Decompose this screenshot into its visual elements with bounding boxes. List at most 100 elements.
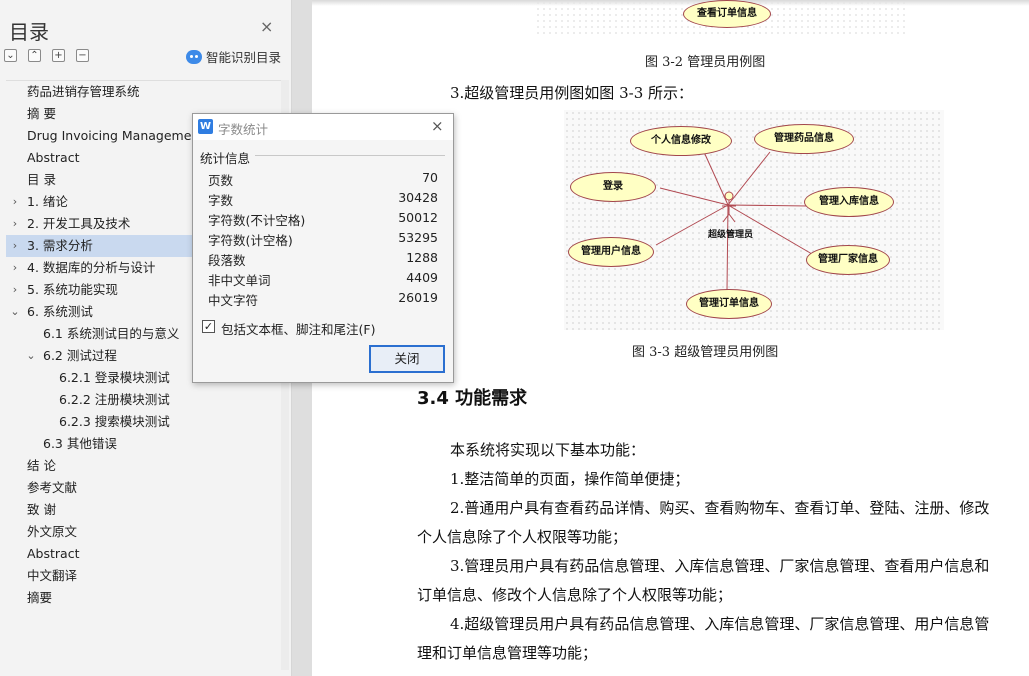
stat-label: 段落数 — [208, 253, 246, 268]
chevron-right-icon[interactable]: › — [9, 213, 21, 235]
word-count-dialog: W 字数统计 × 统计信息 页数 70 字数 30428 字符数(不计空格) 5… — [192, 113, 454, 383]
toc-item-label: 6.2 测试过程 — [43, 348, 117, 363]
close-icon[interactable]: × — [260, 19, 273, 35]
toc-item[interactable]: 结 论 — [6, 455, 288, 477]
toc-item-label: 外文原文 — [27, 524, 78, 539]
paragraph-line: 1.整洁简单的页面，操作简单便捷； — [450, 470, 690, 488]
smart-toc-button[interactable]: 智能识别目录 — [186, 47, 281, 66]
stat-value: 26019 — [398, 290, 438, 305]
use-case-diagram-3-3: 个人信息修改 管理药品信息 登录 管理入库信息 管理用户信息 管理厂家信息 管理… — [564, 110, 944, 330]
toc-item-label: 6.1 系统测试目的与意义 — [43, 326, 180, 341]
toc-item-label: Abstract — [27, 546, 80, 561]
actor-label: 超级管理员 — [708, 230, 754, 240]
chevron-right-icon[interactable]: › — [9, 279, 21, 301]
paragraph-line: 2.普通用户具有查看药品详情、购买、查看购物车、查看订单、登陆、注册、修改 — [450, 499, 990, 517]
toc-item[interactable]: 摘要 — [6, 587, 288, 609]
paragraph-line: 理和订单信息管理等功能； — [417, 644, 598, 662]
stat-value: 1288 — [406, 250, 438, 265]
figure-caption-3-3: 图 3-3 超级管理员用例图 — [632, 345, 779, 360]
include-textboxes-label[interactable]: 包括文本框、脚注和尾注(F) — [221, 319, 375, 338]
include-textboxes-checkbox[interactable]: ✓ — [202, 320, 215, 333]
close-button[interactable]: 关闭 — [369, 345, 445, 373]
divider — [255, 155, 445, 156]
stat-row-chars-no-spaces: 字符数(不计空格) 50012 — [208, 210, 438, 230]
stat-row-chars-with-spaces: 字符数(计空格) 53295 — [208, 230, 438, 250]
toc-item[interactable]: Abstract — [6, 543, 288, 565]
toc-item-label: 6. 系统测试 — [27, 304, 93, 319]
use-case-personal-info: 个人信息修改 — [630, 126, 732, 156]
paragraph-line: 3.管理员用户具有药品信息管理、入库信息管理、厂家信息管理、查看用户信息和 — [450, 557, 990, 575]
wps-writer-icon: W — [198, 119, 213, 134]
toc-item[interactable]: 6.2.2 注册模块测试 — [6, 389, 288, 411]
connector-orders — [726, 204, 729, 291]
toc-item-label: 中文翻译 — [27, 568, 78, 583]
stat-label: 字符数(计空格) — [208, 233, 293, 248]
stat-label: 非中文单词 — [208, 273, 271, 288]
toc-item-label: 参考文献 — [27, 480, 78, 495]
stat-row-words: 字数 30428 — [208, 190, 438, 210]
paragraph-line: 个人信息除了个人权限等功能； — [417, 528, 628, 546]
use-case-manage-manufacturers: 管理厂家信息 — [806, 245, 890, 275]
toc-item-label: 摘 要 — [27, 106, 56, 121]
stat-label: 页数 — [208, 173, 234, 188]
toc-item-label: 药品进销存管理系统 — [27, 84, 140, 99]
figure-caption-3-2: 图 3-2 管理员用例图 — [645, 55, 766, 70]
stats-section-label: 统计信息 — [200, 151, 251, 166]
add-heading-icon[interactable]: + — [52, 49, 65, 62]
collapse-all-icon[interactable]: ⌃ — [28, 49, 41, 62]
toc-item-label: 6.2.3 搜索模块测试 — [59, 414, 170, 429]
chevron-down-icon[interactable]: ⌄ — [25, 345, 37, 367]
toc-item-label: 1. 绪论 — [27, 194, 68, 209]
toc-item-label: 2. 开发工具及技术 — [27, 216, 131, 231]
chevron-down-icon[interactable]: ⌄ — [9, 301, 21, 323]
paragraph-line: 4.超级管理员用户具有药品信息管理、入库信息管理、厂家信息管理、用户信息管 — [450, 615, 990, 633]
remove-heading-icon[interactable]: − — [76, 49, 89, 62]
chevron-right-icon[interactable]: › — [9, 257, 21, 279]
paragraph-intro-3-3: 3.超级管理员用例图如图 3-3 所示： — [450, 84, 694, 102]
toc-item-label: 目 录 — [27, 172, 56, 187]
expand-all-icon[interactable]: ⌄ — [4, 49, 17, 62]
use-case-manage-drugs: 管理药品信息 — [754, 124, 854, 154]
diagram-3-2-fragment: 查看订单信息 — [535, 0, 905, 38]
toc-item-label: Drug Invoicing Management — [27, 128, 205, 143]
toc-item-label: 3. 需求分析 — [27, 238, 93, 253]
chevron-right-icon[interactable]: › — [9, 235, 21, 257]
dialog-title: 字数统计 — [218, 122, 269, 137]
toc-item[interactable]: 药品进销存管理系统 — [6, 81, 288, 103]
stat-value: 70 — [422, 170, 438, 185]
use-case-view-orders: 查看订单信息 — [683, 0, 771, 28]
toc-item-label: 6.2.2 注册模块测试 — [59, 392, 170, 407]
stat-value: 53295 — [398, 230, 438, 245]
toc-item-label: 5. 系统功能实现 — [27, 282, 118, 297]
stat-label: 字数 — [208, 193, 234, 208]
toc-item-label: 6.2.1 登录模块测试 — [59, 370, 170, 385]
use-case-manage-inbound: 管理入库信息 — [804, 187, 894, 217]
toc-item-label: 4. 数据库的分析与设计 — [27, 260, 156, 275]
stat-row-paragraphs: 段落数 1288 — [208, 250, 438, 270]
connector-personal-info — [703, 151, 729, 206]
toc-item[interactable]: 中文翻译 — [6, 565, 288, 587]
use-case-login: 登录 — [570, 172, 656, 202]
connector-inbound — [727, 204, 809, 207]
stat-value: 30428 — [398, 190, 438, 205]
toc-item[interactable]: 外文原文 — [6, 521, 288, 543]
toc-item[interactable]: 6.2.3 搜索模块测试 — [6, 411, 288, 433]
toc-item-label: Abstract — [27, 150, 80, 165]
section-heading-3-4: 3.4 功能需求 — [417, 388, 528, 409]
toc-item[interactable]: 6.3 其他错误 — [6, 433, 288, 455]
chevron-right-icon[interactable]: › — [9, 191, 21, 213]
stat-value: 4409 — [406, 270, 438, 285]
stat-value: 50012 — [398, 210, 438, 225]
toc-item[interactable]: 致 谢 — [6, 499, 288, 521]
toc-item-label: 6.3 其他错误 — [43, 436, 117, 451]
stat-label: 中文字符 — [208, 293, 259, 308]
connector-login — [659, 187, 729, 206]
toc-item-label: 致 谢 — [27, 502, 56, 517]
stat-row-chinese-chars: 中文字符 26019 — [208, 290, 438, 310]
toc-item-label: 摘要 — [27, 590, 53, 605]
toc-item[interactable]: 参考文献 — [6, 477, 288, 499]
use-case-manage-users: 管理用户信息 — [568, 237, 654, 267]
stat-row-non-chinese-words: 非中文单词 4409 — [208, 270, 438, 290]
dialog-titlebar[interactable]: W 字数统计 × — [193, 114, 453, 140]
close-icon[interactable]: × — [431, 117, 444, 135]
